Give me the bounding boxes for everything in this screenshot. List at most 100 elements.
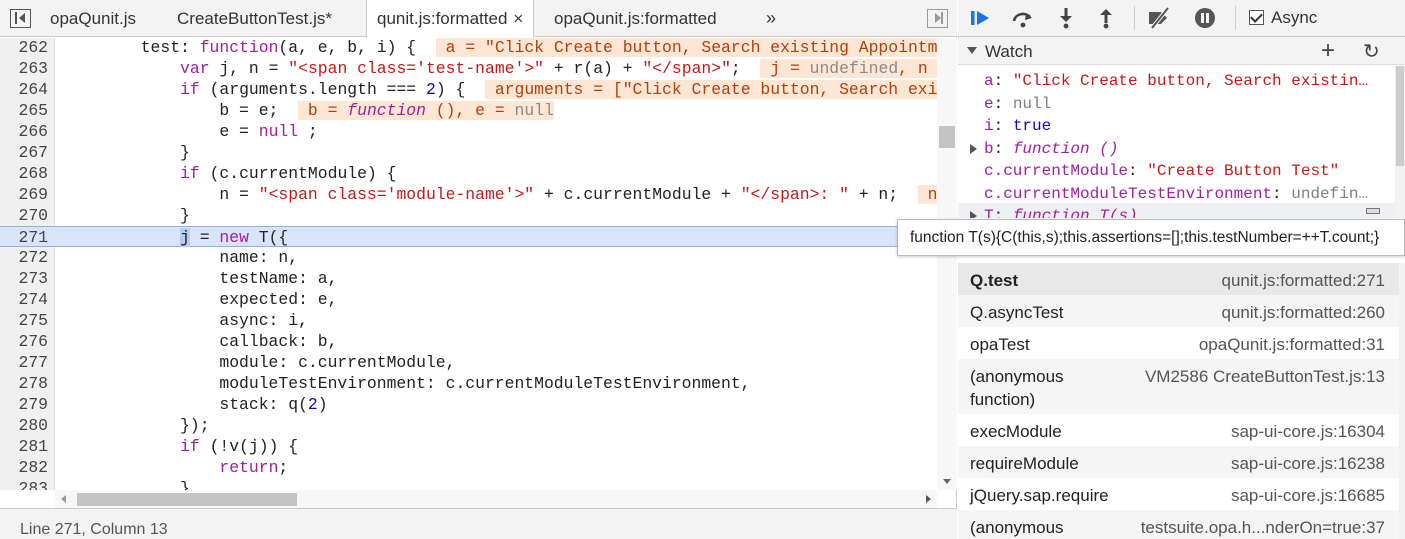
line-number[interactable]: 271: [0, 227, 48, 248]
tab-createbuttontest-js[interactable]: CreateButtonTest.js*: [167, 0, 342, 37]
code-line[interactable]: 266 e = null ;: [0, 121, 937, 142]
scrollbar-thumb[interactable]: [939, 126, 955, 148]
watch-expression[interactable]: e: null: [984, 93, 1384, 115]
code-line[interactable]: 264 if (arguments.length === 2) { argume…: [0, 79, 937, 100]
scroll-left-arrow-icon[interactable]: [61, 495, 66, 503]
line-number[interactable]: 272: [0, 247, 48, 268]
resume-icon[interactable]: [968, 6, 994, 30]
call-frame-location[interactable]: VM2586 CreateButtonTest.js:13: [1145, 365, 1385, 388]
watch-expression[interactable]: b: function (): [984, 138, 1384, 160]
code-line[interactable]: 263 var j, n = "<span class='test-name'>…: [0, 58, 937, 79]
close-tab-icon[interactable]: ×: [513, 9, 523, 28]
editor-vertical-scrollbar[interactable]: [937, 38, 957, 490]
execution-line[interactable]: 271 j = new T({: [0, 226, 937, 247]
line-number[interactable]: 280: [0, 415, 48, 436]
line-number[interactable]: 267: [0, 142, 48, 163]
line-number[interactable]: 266: [0, 121, 48, 142]
scroll-down-arrow-icon[interactable]: [943, 479, 951, 484]
watch-expression[interactable]: T: function T(s): [984, 205, 1384, 218]
call-frame-location[interactable]: qunit.js:formatted:271: [1222, 269, 1385, 292]
watch-scrollbar[interactable]: [1395, 66, 1405, 218]
line-number[interactable]: 265: [0, 100, 48, 121]
step-into-icon[interactable]: [1053, 6, 1079, 30]
code-view[interactable]: 262 test: function(a, e, b, i) { a = "Cl…: [0, 38, 937, 490]
line-number[interactable]: 275: [0, 310, 48, 331]
call-frame-location[interactable]: sap-ui-core.js:16238: [1231, 452, 1385, 475]
toggle-debugger-sidebar-icon[interactable]: [927, 9, 948, 28]
expand-triangle-icon[interactable]: [970, 143, 977, 154]
toggle-navigator-icon[interactable]: [10, 9, 31, 28]
tab-opaqunit-js[interactable]: opaQunit.js: [40, 0, 146, 37]
line-number[interactable]: 279: [0, 394, 48, 415]
call-frame[interactable]: (anonymous function) VM2586 CreateButtonT…: [958, 359, 1399, 414]
collapse-triangle-icon[interactable]: [967, 47, 977, 54]
line-number[interactable]: 278: [0, 373, 48, 394]
editor-horizontal-scrollbar[interactable]: [55, 490, 937, 508]
add-watch-button[interactable]: +: [1321, 37, 1335, 65]
watch-expression[interactable]: c.currentModuleTestEnvironment: undefin…: [984, 183, 1384, 205]
tab-qunit-js-formatted[interactable]: qunit.js:formatted ×: [366, 0, 535, 38]
line-number[interactable]: 262: [0, 38, 48, 58]
code-line[interactable]: 270 }: [0, 205, 937, 226]
call-frame-location[interactable]: qunit.js:formatted:260: [1222, 301, 1385, 324]
pause-on-exceptions-icon[interactable]: [1192, 6, 1218, 30]
scroll-right-arrow-icon[interactable]: [926, 495, 931, 503]
code-line[interactable]: 265 b = e; b = function (), e = null: [0, 100, 937, 121]
call-frame-location[interactable]: sap-ui-core.js:16685: [1231, 484, 1385, 507]
code-line[interactable]: 283 }: [0, 478, 937, 490]
deactivate-breakpoints-icon[interactable]: [1146, 6, 1172, 30]
code-line[interactable]: 282 return;: [0, 457, 937, 478]
code-line[interactable]: 281 if (!v(j)) {: [0, 436, 937, 457]
expand-triangle-icon[interactable]: [970, 211, 977, 218]
call-frame-location[interactable]: opaQunit.js:formatted:31: [1199, 333, 1385, 356]
line-number[interactable]: 273: [0, 268, 48, 289]
code-line[interactable]: 262 test: function(a, e, b, i) { a = "Cl…: [0, 38, 937, 58]
line-number[interactable]: 268: [0, 163, 48, 184]
more-tabs-button[interactable]: »: [766, 0, 776, 37]
call-frame[interactable]: Q.asyncTest qunit.js:formatted:260: [958, 295, 1399, 327]
code-line[interactable]: 273 testName: a,: [0, 268, 937, 289]
line-number[interactable]: 263: [0, 58, 48, 79]
code-line[interactable]: 274 expected: e,: [0, 289, 937, 310]
call-stack-scrollbar[interactable]: [1399, 263, 1405, 539]
line-number[interactable]: 283: [0, 478, 48, 490]
code-line[interactable]: 276 callback: b,: [0, 331, 937, 352]
async-checkbox[interactable]: [1249, 10, 1264, 25]
call-frame[interactable]: (anonymous testsuite.opa.h...nderOn=true:…: [958, 510, 1399, 539]
code-line[interactable]: 272 name: n,: [0, 247, 937, 268]
watch-expression[interactable]: c.currentModule: "Create Button Test": [984, 160, 1384, 182]
code-line[interactable]: 278 moduleTestEnvironment: c.currentModu…: [0, 373, 937, 394]
call-frame[interactable]: jQuery.sap.require sap-ui-core.js:16685: [958, 478, 1399, 510]
code-line[interactable]: 277 module: c.currentModule,: [0, 352, 937, 373]
line-number[interactable]: 274: [0, 289, 48, 310]
call-frame-location[interactable]: testsuite.opa.h...nderOn=true:37: [1141, 516, 1385, 539]
line-number[interactable]: 269: [0, 184, 48, 205]
watch-expression[interactable]: a: "Click Create button, Search existin…: [984, 70, 1384, 92]
watch-expression[interactable]: i: true: [984, 115, 1384, 137]
watch-section-header[interactable]: Watch + ↻: [958, 37, 1405, 65]
code-line[interactable]: 280 });: [0, 415, 937, 436]
code-line[interactable]: 268 if (c.currentModule) {: [0, 163, 937, 184]
line-number[interactable]: 282: [0, 457, 48, 478]
line-number[interactable]: 277: [0, 352, 48, 373]
code-line[interactable]: 269 n = "<span class='module-name'>" + c…: [0, 184, 937, 205]
call-frame[interactable]: execModule sap-ui-core.js:16304: [958, 414, 1399, 446]
tab-opaqunit-js-formatted[interactable]: opaQunit.js:formatted: [544, 0, 727, 37]
line-number[interactable]: 281: [0, 436, 48, 457]
call-frame-location[interactable]: sap-ui-core.js:16304: [1231, 420, 1385, 443]
refresh-watch-button[interactable]: ↻: [1363, 38, 1380, 66]
line-number[interactable]: 264: [0, 79, 48, 100]
remove-watch-icon[interactable]: [1366, 208, 1380, 214]
scrollbar-thumb[interactable]: [1396, 66, 1404, 166]
call-frame[interactable]: Q.test qunit.js:formatted:271: [958, 263, 1399, 295]
line-number[interactable]: 276: [0, 331, 48, 352]
call-frame[interactable]: opaTest opaQunit.js:formatted:31: [958, 327, 1399, 359]
code-line[interactable]: 275 async: i,: [0, 310, 937, 331]
step-out-icon[interactable]: [1093, 6, 1119, 30]
line-number[interactable]: 270: [0, 205, 48, 226]
code-line[interactable]: 279 stack: q(2): [0, 394, 937, 415]
call-frame[interactable]: requireModule sap-ui-core.js:16238: [958, 446, 1399, 478]
scrollbar-thumb[interactable]: [77, 493, 297, 506]
step-over-icon[interactable]: [1010, 6, 1036, 30]
code-line[interactable]: 267 }: [0, 142, 937, 163]
